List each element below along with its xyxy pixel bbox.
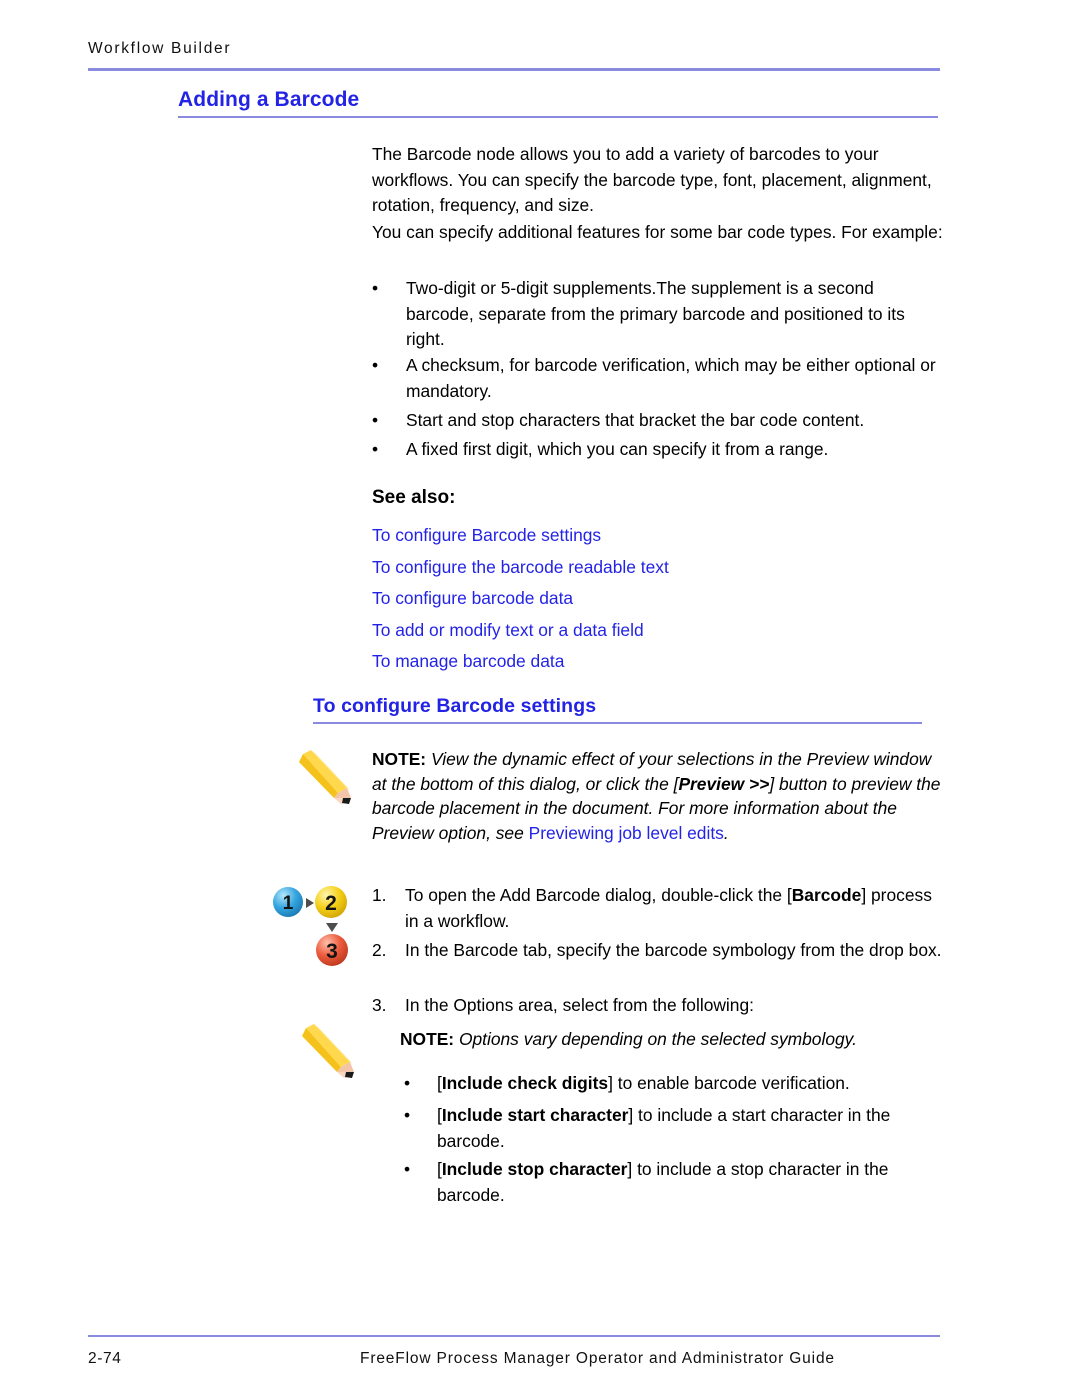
barcode-process-name: Barcode bbox=[791, 885, 862, 905]
section-heading-divider bbox=[313, 722, 922, 724]
step-3-number: 3. bbox=[372, 995, 387, 1015]
option-bullet-2-text: [Include start character] to include a s… bbox=[437, 1103, 949, 1154]
step-1-text-part1: To open the Add Barcode dialog, double-c… bbox=[405, 885, 792, 905]
feature-bullet-4-text: A fixed first digit, which you can speci… bbox=[406, 439, 829, 459]
see-also-link-3[interactable]: To configure barcode data bbox=[372, 583, 669, 615]
pencil-icon bbox=[302, 1024, 354, 1078]
step-1: 1. To open the Add Barcode dialog, doubl… bbox=[372, 883, 944, 934]
see-also-link-4[interactable]: To add or modify text or a data field bbox=[372, 615, 669, 647]
bullet-marker: • bbox=[372, 439, 379, 459]
bullet-marker: • bbox=[404, 1073, 411, 1093]
include-check-digits-option: Include check digits bbox=[441, 1073, 609, 1093]
bullet-marker: • bbox=[372, 278, 379, 298]
intro-paragraph-1: The Barcode node allows you to add a var… bbox=[372, 144, 932, 215]
see-also-link-1[interactable]: To configure Barcode settings bbox=[372, 520, 669, 552]
step-2-text: In the Barcode tab, specify the barcode … bbox=[405, 940, 942, 960]
document-page: Workflow Builder Adding a Barcode The Ba… bbox=[0, 0, 1080, 1397]
pencil-icon bbox=[299, 750, 351, 804]
step-1-number: 1. bbox=[372, 885, 387, 905]
intro-paragraph-2: You can specify additional features for … bbox=[372, 222, 943, 242]
step-3-text: In the Options area, select from the fol… bbox=[405, 995, 754, 1015]
note-2-text: Options vary depending on the selected s… bbox=[454, 1029, 857, 1049]
footer-divider bbox=[88, 1335, 940, 1337]
option-bullet-3: • [Include stop character] to include a … bbox=[404, 1157, 949, 1208]
option-bullet-2: • [Include start character] to include a… bbox=[404, 1103, 949, 1154]
note-label: NOTE: bbox=[400, 1029, 455, 1049]
feature-bullet-4: • A fixed first digit, which you can spe… bbox=[372, 437, 944, 463]
option-1-rest: ] to enable barcode verification. bbox=[608, 1073, 850, 1093]
step-2: 2. In the Barcode tab, specify the barco… bbox=[372, 938, 944, 964]
note-label: NOTE: bbox=[372, 749, 427, 769]
title-divider bbox=[178, 116, 938, 118]
page-number: 2-74 bbox=[88, 1350, 122, 1367]
previewing-job-level-edits-link[interactable]: Previewing job level edits bbox=[529, 823, 724, 843]
header-divider bbox=[88, 68, 940, 71]
see-also-list: To configure Barcode settings To configu… bbox=[372, 520, 669, 678]
feature-bullet-3: • Start and stop characters that bracket… bbox=[372, 408, 944, 434]
bullet-marker: • bbox=[404, 1105, 411, 1125]
option-bullet-3-text: [Include stop character] to include a st… bbox=[437, 1157, 949, 1208]
see-also-link-2[interactable]: To configure the barcode readable text bbox=[372, 552, 669, 584]
preview-button-name: Preview >> bbox=[678, 773, 770, 794]
step-3: 3. In the Options area, select from the … bbox=[372, 993, 944, 1019]
option-bullet-1: • [Include check digits] to enable barco… bbox=[404, 1071, 949, 1097]
feature-bullet-2: • A checksum, for barcode verification, … bbox=[372, 353, 944, 404]
bullet-marker: • bbox=[372, 410, 379, 430]
include-stop-character-option: Include stop character bbox=[441, 1159, 628, 1179]
note-preview: NOTE: View the dynamic effect of your se… bbox=[372, 747, 942, 845]
note-text-part3: . bbox=[723, 822, 729, 843]
feature-bullet-3-text: Start and stop characters that bracket t… bbox=[406, 410, 865, 430]
option-bullet-1-text: [Include check digits] to enable barcode… bbox=[437, 1071, 949, 1097]
running-header: Workflow Builder bbox=[88, 40, 232, 57]
note-options-vary: NOTE: Options vary depending on the sele… bbox=[400, 1027, 945, 1052]
page-title: Adding a Barcode bbox=[178, 88, 360, 111]
see-also-heading: See also: bbox=[372, 487, 456, 508]
footer-document-title: FreeFlow Process Manager Operator and Ad… bbox=[360, 1350, 835, 1367]
numbered-steps-icon: 1 2 3 bbox=[273, 886, 348, 966]
step-2-number: 2. bbox=[372, 940, 387, 960]
include-start-character-option: Include start character bbox=[441, 1105, 629, 1125]
step-1-text: To open the Add Barcode dialog, double-c… bbox=[405, 883, 944, 934]
feature-bullet-1: • Two-digit or 5-digit supplements.The s… bbox=[372, 276, 944, 353]
bullet-marker: • bbox=[372, 355, 379, 375]
svg-text:3: 3 bbox=[326, 940, 338, 963]
svg-text:1: 1 bbox=[283, 893, 294, 914]
bullet-marker: • bbox=[404, 1159, 411, 1179]
svg-text:2: 2 bbox=[325, 892, 337, 915]
see-also-link-5[interactable]: To manage barcode data bbox=[372, 646, 669, 678]
section-heading: To configure Barcode settings bbox=[313, 695, 597, 717]
feature-bullet-1-text: Two-digit or 5-digit supplements.The sup… bbox=[406, 278, 905, 349]
feature-bullet-2-text: A checksum, for barcode verification, wh… bbox=[406, 355, 936, 401]
